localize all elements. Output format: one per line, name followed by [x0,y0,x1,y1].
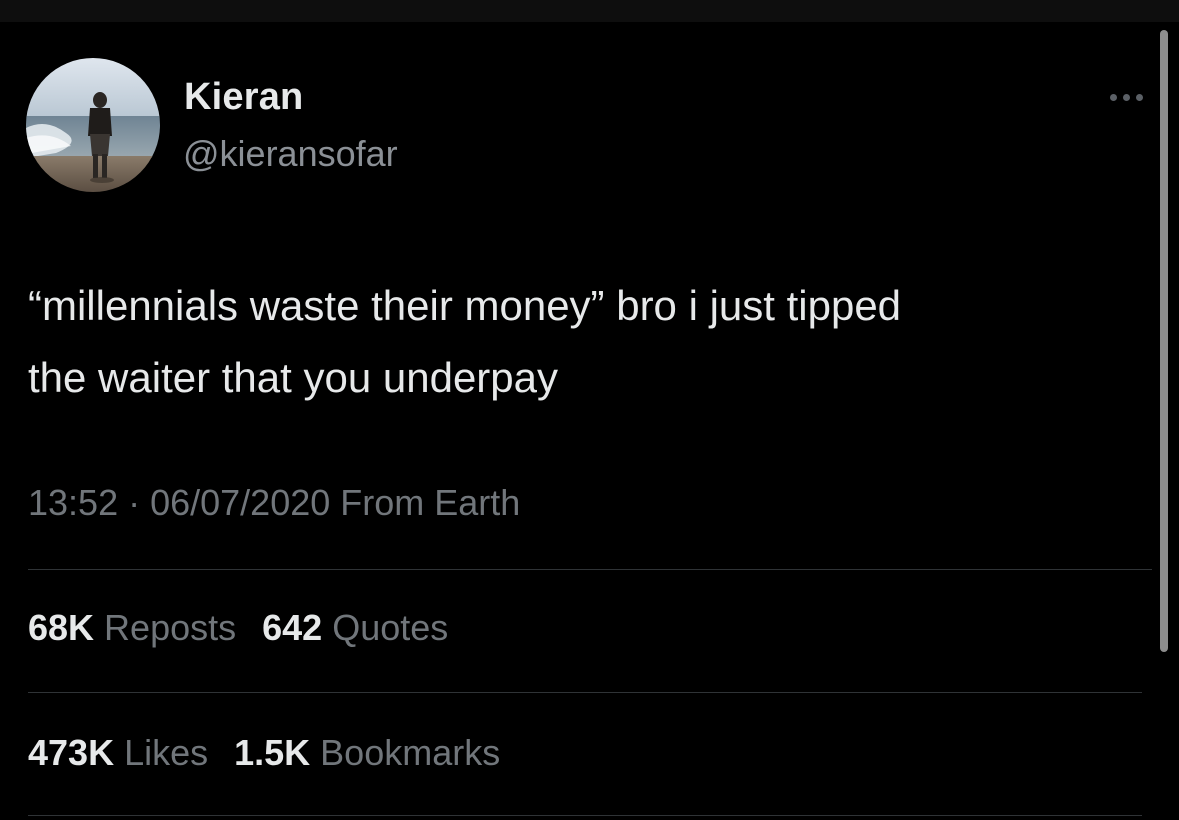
tweet-detail-page: Kieran @kieransofar “millennials waste t… [0,0,1179,820]
likes-count: 473K [28,732,115,773]
divider [28,692,1142,693]
user-handle[interactable]: @kieransofar [183,133,398,175]
reposts-stat[interactable]: 68K Reposts [28,607,236,649]
top-bar [0,0,1179,22]
stats-row-likes-bookmarks: 473K Likes 1.5K Bookmarks [28,732,500,774]
avatar[interactable] [26,58,160,192]
divider [28,569,1152,570]
quotes-label: Quotes [332,607,449,648]
likes-label: Likes [124,732,209,773]
more-horizontal-icon [1109,93,1117,101]
profile-photo-icon [26,58,160,192]
divider [28,815,1142,816]
display-name[interactable]: Kieran [184,76,303,119]
more-dot [1135,93,1143,101]
bookmarks-label: Bookmarks [320,732,501,773]
scrollbar[interactable] [1160,30,1168,652]
quotes-stat[interactable]: 642 Quotes [262,607,448,649]
reposts-count: 68K [28,607,95,648]
stats-row-reposts-quotes: 68K Reposts 642 Quotes [28,607,448,649]
tweet-text: “millennials waste their money” bro i ju… [28,282,902,401]
likes-stat[interactable]: 473K Likes [28,732,208,774]
bookmarks-count: 1.5K [234,732,311,773]
bookmarks-stat[interactable]: 1.5K Bookmarks [234,732,500,774]
quotes-count: 642 [262,607,323,648]
more-options-button[interactable] [1098,84,1154,110]
reposts-label: Reposts [104,607,237,648]
more-dot [1122,93,1130,101]
tweet-meta: 13:52 · 06/07/2020 From Earth [28,482,521,523]
